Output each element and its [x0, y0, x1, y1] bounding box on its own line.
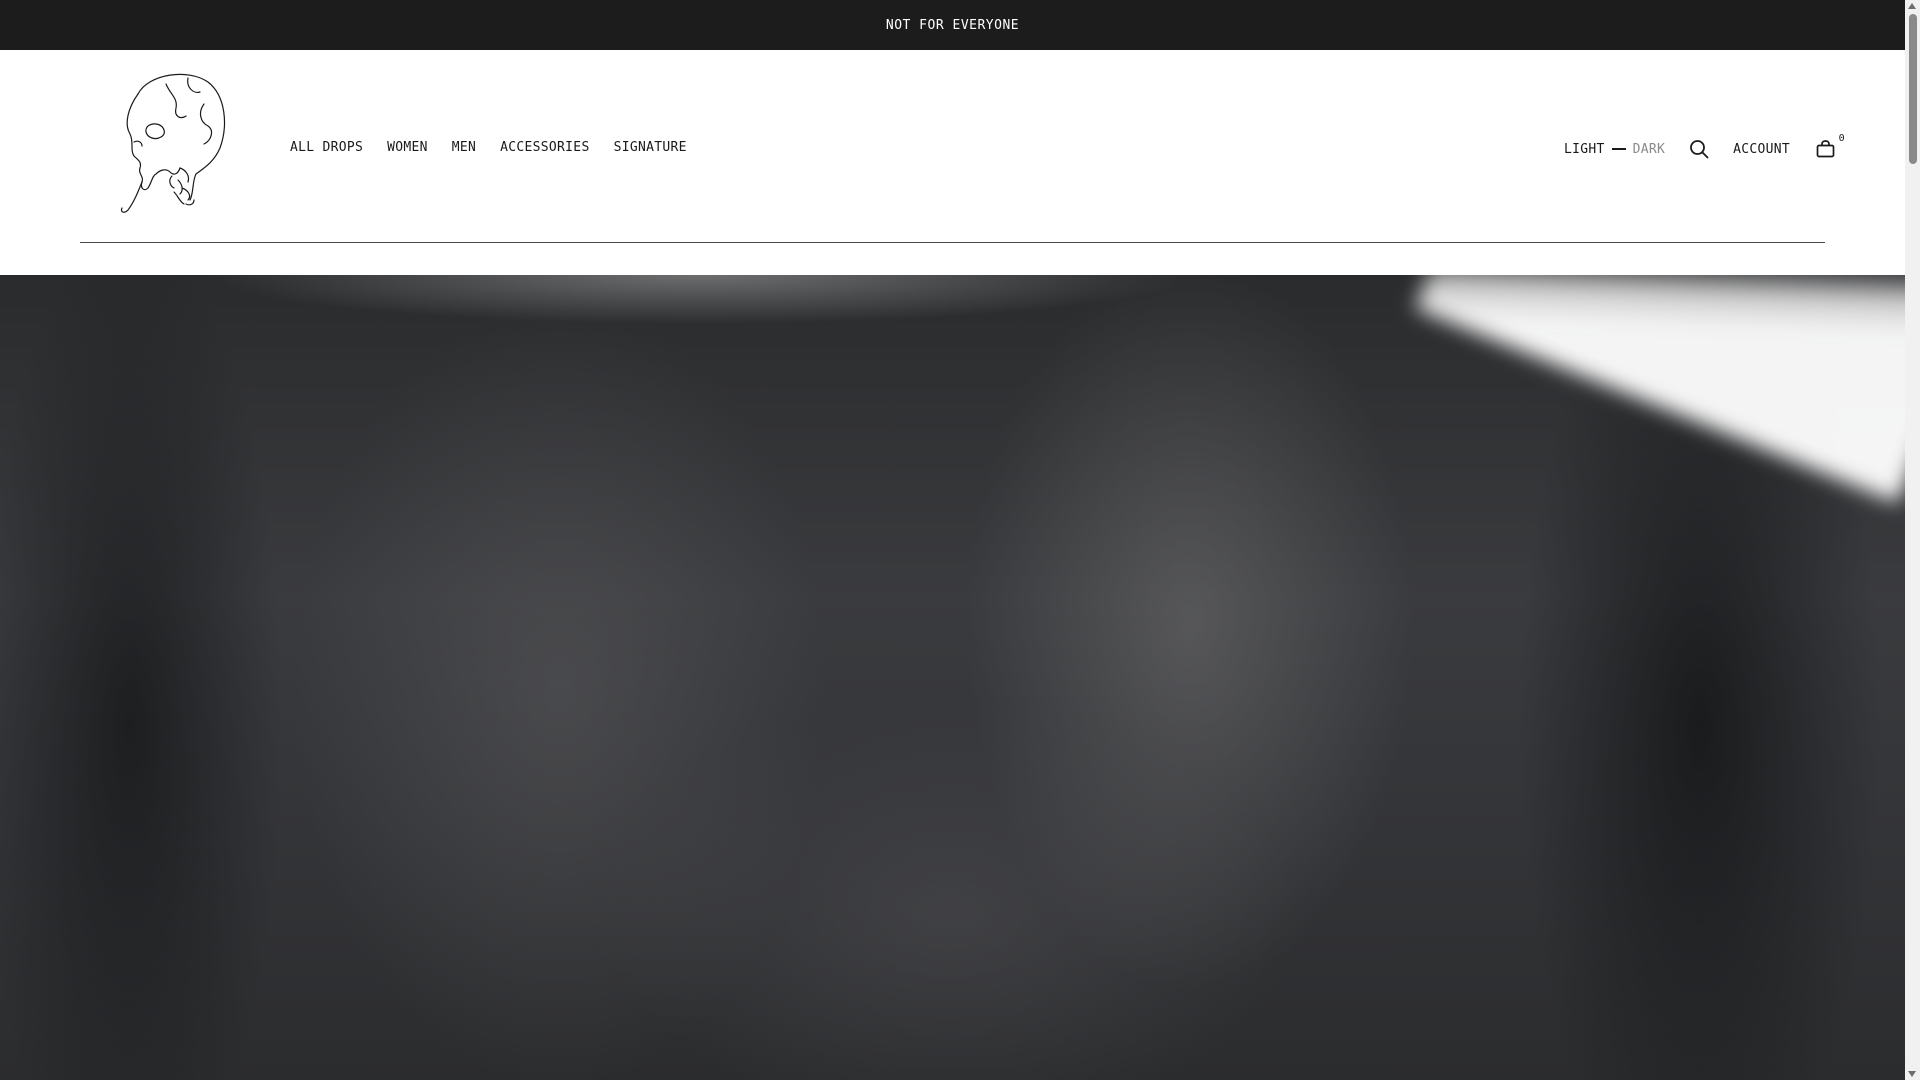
nav-men[interactable]: MEN — [452, 140, 476, 155]
theme-light-option[interactable]: LIGHT — [1564, 142, 1605, 157]
header-tools: LIGHT DARK ACCOUNT 0 — [1564, 128, 1845, 170]
main-nav: ALL DROPS WOMEN MEN ACCESSORIES SIGNATUR… — [290, 140, 687, 155]
cart-count: 0 — [1838, 133, 1845, 144]
scrollbar-thumb[interactable] — [1909, 14, 1917, 164]
skull-logo-icon[interactable] — [108, 64, 228, 216]
nav-signature[interactable]: SIGNATURE — [614, 140, 687, 155]
announcement-bar: NOT FOR EVERYONE — [0, 0, 1905, 50]
nav-women[interactable]: WOMEN — [387, 140, 428, 155]
page-scrollbar[interactable] — [1905, 0, 1920, 1080]
nav-all-drops[interactable]: ALL DROPS — [290, 140, 363, 155]
nav-accessories[interactable]: ACCESSORIES — [500, 140, 589, 155]
theme-dark-option[interactable]: DARK — [1633, 142, 1666, 157]
hero-image — [0, 275, 1905, 1080]
theme-toggle[interactable]: LIGHT DARK — [1564, 142, 1665, 157]
site-header: ALL DROPS WOMEN MEN ACCESSORIES SIGNATUR… — [0, 50, 1905, 275]
header-divider — [80, 242, 1825, 243]
scroll-down-icon[interactable] — [1908, 1071, 1916, 1077]
theme-toggle-divider — [1611, 148, 1626, 150]
search-icon[interactable] — [1689, 139, 1709, 159]
account-link[interactable]: ACCOUNT — [1733, 142, 1790, 157]
announcement-text: NOT FOR EVERYONE — [885, 17, 1020, 33]
bag-icon — [1816, 140, 1835, 158]
hero-light-flare — [1415, 275, 1905, 503]
cart-button[interactable]: 0 — [1816, 133, 1845, 158]
scroll-up-icon[interactable] — [1908, 3, 1916, 9]
